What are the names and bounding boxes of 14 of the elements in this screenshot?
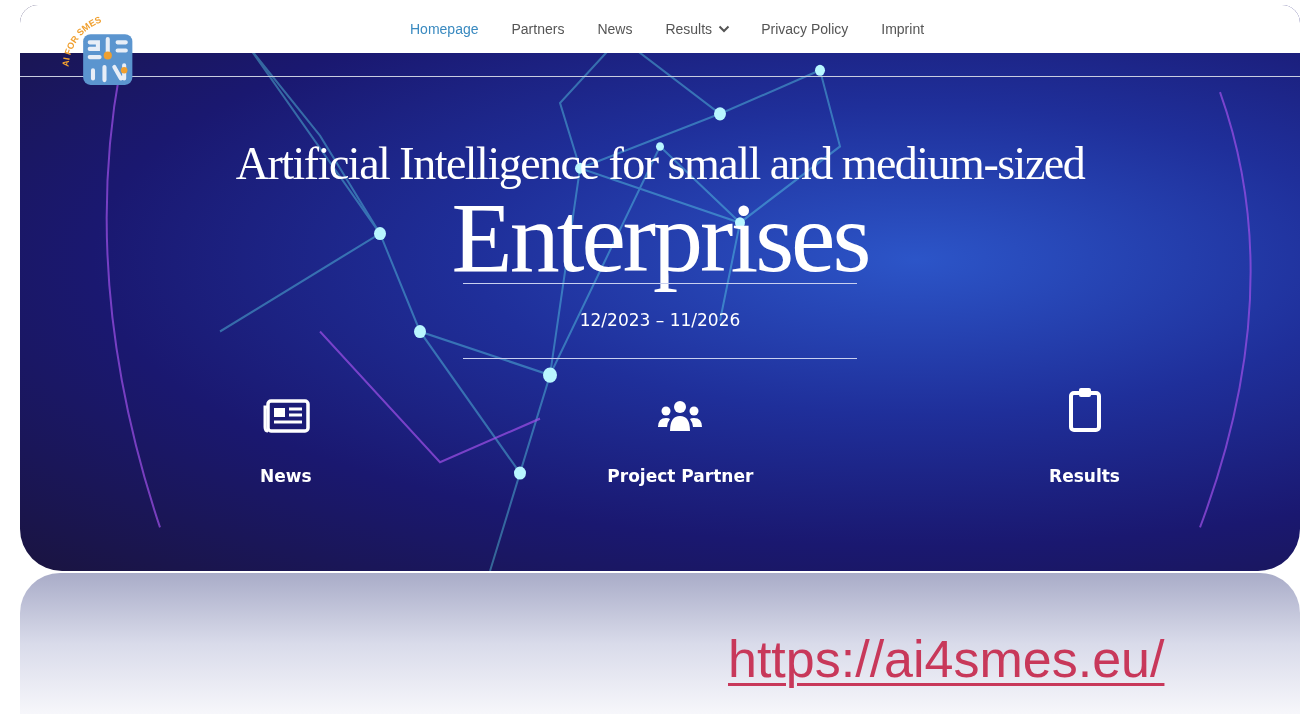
feature-link[interactable]: News [260, 466, 312, 486]
nav-link[interactable]: Partners [511, 21, 565, 37]
project-dates: 12/2023 – 11/2026 [579, 310, 741, 330]
nav-link[interactable]: Results [665, 21, 731, 37]
nav-link[interactable]: Privacy Policy [761, 21, 849, 37]
users-icon[interactable] [656, 399, 705, 433]
nav-link[interactable]: Homepage [410, 21, 479, 37]
nav-link[interactable]: News [597, 21, 633, 37]
feature-link[interactable]: Results [1049, 466, 1120, 486]
website-link[interactable]: https://ai4smes.eu/ [728, 628, 1165, 690]
newspaper-icon[interactable] [261, 399, 310, 433]
nav-link[interactable]: Imprint [881, 21, 925, 37]
feature-link[interactable]: Project Partner [607, 466, 754, 486]
clipboard-icon[interactable] [1067, 387, 1102, 433]
